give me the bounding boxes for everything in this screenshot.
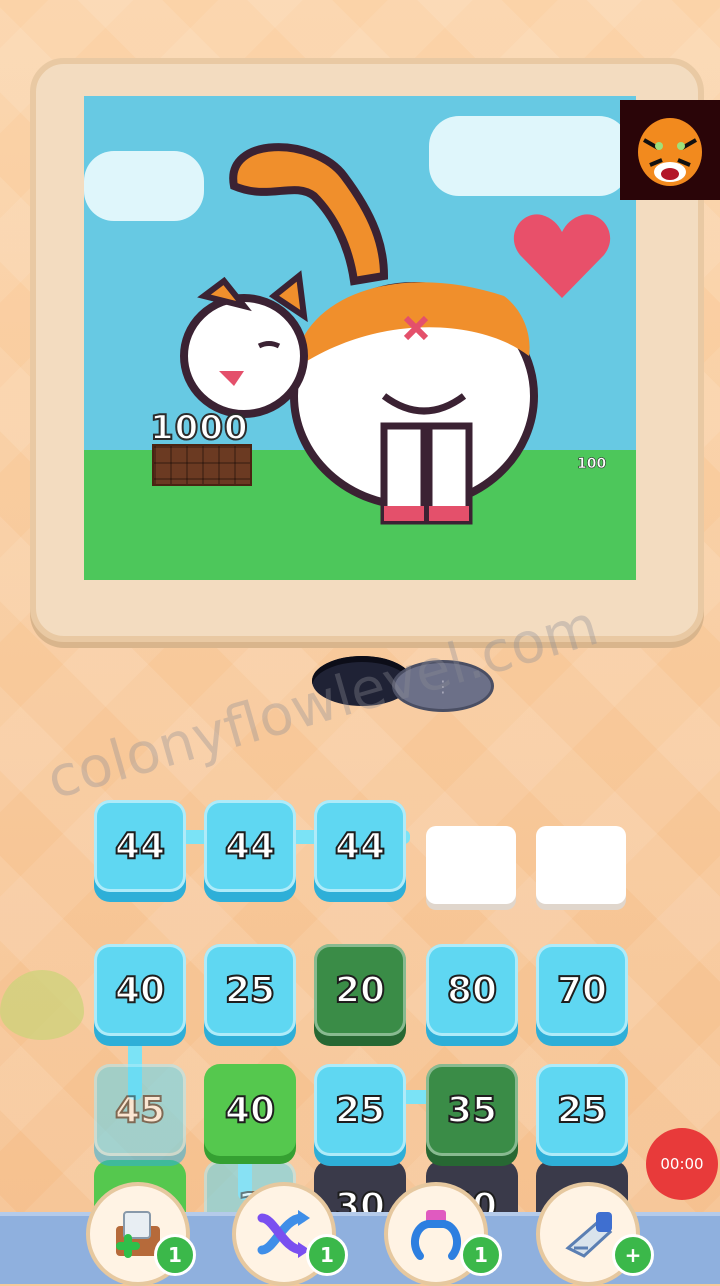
board-tile-r1-c2[interactable]: 25 bbox=[204, 944, 296, 1036]
tool-count-badge-3: 1 bbox=[460, 1234, 502, 1276]
collector-slot-5 bbox=[536, 826, 626, 904]
chocolate-block bbox=[152, 444, 252, 486]
board-tile-r2-c3[interactable]: 25 bbox=[314, 1064, 406, 1156]
shuffle-arrows-icon bbox=[257, 1210, 310, 1258]
collector-slot-3: 44 bbox=[314, 800, 406, 892]
board-tile-r1-c4[interactable]: 80 bbox=[426, 944, 518, 1036]
cat-pixel-art bbox=[180, 143, 538, 525]
score-100-label: 100 bbox=[577, 456, 607, 473]
collector-slot-1: 44 bbox=[94, 800, 186, 892]
board-tile-r1-c5[interactable]: 70 bbox=[536, 944, 628, 1036]
heart-icon bbox=[513, 214, 611, 298]
tool-count-badge-1: 1 bbox=[154, 1234, 196, 1276]
board-tile-r1-c3[interactable]: 20 bbox=[314, 944, 406, 1036]
pixel-canvas bbox=[84, 96, 636, 580]
board-tile-r2-c2[interactable]: 40 bbox=[204, 1064, 296, 1156]
collector-slot-2: 44 bbox=[204, 800, 296, 892]
vacuum-icon bbox=[565, 1212, 613, 1258]
collector-slot-4 bbox=[426, 826, 516, 904]
magnet-claw-icon bbox=[410, 1210, 462, 1260]
tiger-face-icon bbox=[638, 118, 702, 186]
score-1000-label: 1000 bbox=[149, 407, 249, 449]
tool-add-badge-4: + bbox=[612, 1234, 654, 1276]
board-tile-r2-c5[interactable]: 25 bbox=[536, 1064, 628, 1156]
tiger-logo-icon bbox=[620, 100, 720, 200]
board-tile-r1-c1[interactable]: 40 bbox=[94, 944, 186, 1036]
timer-button[interactable]: 00:00 bbox=[646, 1128, 718, 1200]
tool-count-badge-2: 1 bbox=[306, 1234, 348, 1276]
board-tile-r2-c4[interactable]: 35 bbox=[426, 1064, 518, 1156]
board-tile-r2-c1[interactable]: 45 bbox=[94, 1064, 186, 1156]
